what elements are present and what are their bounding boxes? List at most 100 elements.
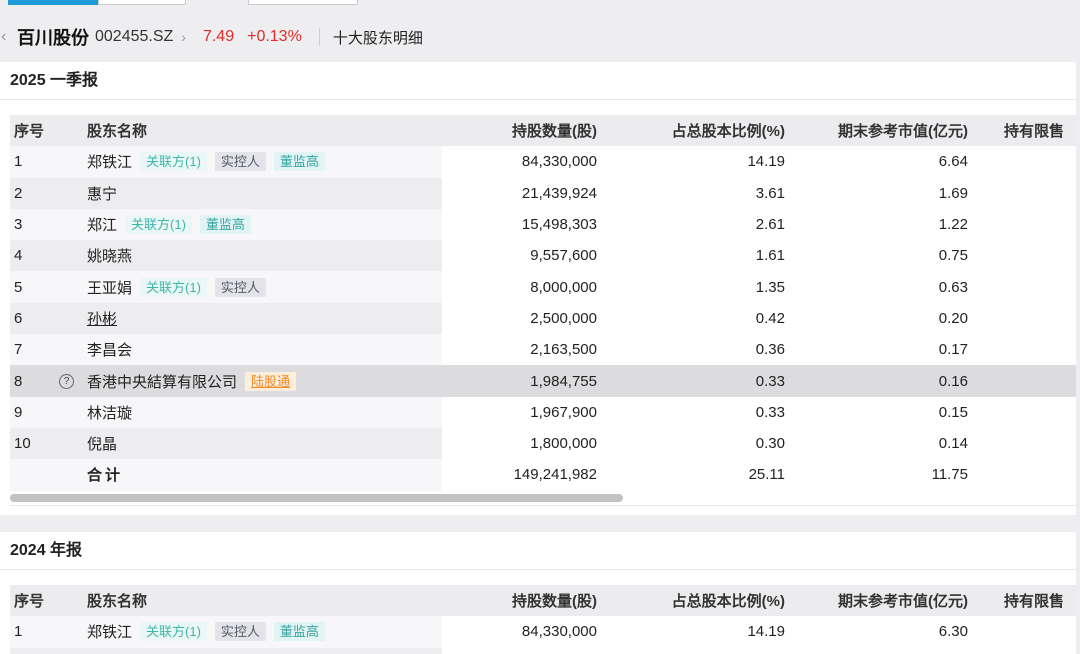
shareholder-name[interactable]: 姚晓燕	[87, 240, 132, 271]
table-row[interactable]: 6 孙彬 2,500,000 0.42 0.20	[0, 302, 1076, 335]
shares-cell: 1,967,900	[530, 403, 597, 421]
annual-title: 2024 年报	[0, 532, 1076, 570]
director-tag[interactable]: 董监高	[199, 215, 251, 235]
col-mv[interactable]: 期末参考市值(亿元)	[838, 115, 968, 146]
shares-cell: 8,000,000	[530, 278, 597, 296]
q1-table: 序号 股东名称 持股数量(股) 占总股本比例(%) 期末参考市值(亿元) 持有限…	[0, 115, 1076, 506]
stock-code: 002455.SZ	[95, 28, 174, 45]
shares-cell: 1,984,755	[530, 372, 597, 390]
back-chevron-icon[interactable]: ‹	[1, 28, 15, 46]
row-idx: 2	[14, 184, 23, 202]
mv-cell: 0.15	[938, 403, 968, 421]
table-row[interactable]: 10 倪晶 1,800,000 0.30 0.14	[0, 427, 1076, 460]
mv-cell: 0.20	[938, 309, 968, 327]
col-shares[interactable]: 持股数量(股)	[512, 585, 597, 616]
row-idx: 3	[14, 216, 23, 234]
shareholder-name[interactable]: 李昌会	[87, 334, 132, 365]
shareholder-name: 郑铁江 关联方(1) 实控人 董监高	[87, 616, 325, 647]
shareholder-name[interactable]: 林洁璇	[87, 397, 132, 428]
table-row[interactable]: 1 郑铁江 关联方(1) 实控人 董监高 84,330,000 14.19 6.…	[0, 146, 1076, 178]
row-idx: 6	[14, 309, 23, 327]
total-label: 合计	[87, 467, 124, 485]
mv-cell: 0.17	[938, 341, 968, 359]
pct-cell: 3.61	[755, 184, 785, 202]
controller-tag[interactable]: 实控人	[214, 622, 266, 642]
pct-cell: 1.61	[755, 247, 785, 265]
hk-connect-tag[interactable]: 陆股通	[245, 371, 297, 391]
shares-cell: 21,439,924	[521, 184, 597, 202]
col-limited[interactable]: 持有限售	[1004, 585, 1064, 616]
director-tag[interactable]: 董监高	[273, 622, 325, 642]
annual-panel: 2024 年报 序号 股东名称 持股数量(股) 占总股本比例(%) 期末参考市值…	[0, 532, 1076, 654]
shareholder-name[interactable]: 孙彬	[87, 303, 117, 334]
shareholder-name: 郑铁江 关联方(1) 实控人 董监高	[87, 146, 325, 177]
table-row[interactable]: 2 惠宁 21,439,924 3.61 1.69	[0, 177, 1076, 209]
tab-active[interactable]	[8, 0, 98, 5]
shares-cell: 1,800,000	[530, 435, 597, 453]
col-pct[interactable]: 占总股本比例(%)	[672, 115, 785, 146]
shareholder-name[interactable]: 倪晶	[87, 428, 117, 459]
table-total-row: 合计 149,241,982 25.11 11.75	[0, 459, 1076, 491]
col-name: 股东名称	[87, 123, 148, 141]
stock-change: +0.13%	[247, 28, 302, 45]
shares-cell: 9,557,600	[530, 247, 597, 265]
mv-cell: 1.69	[938, 184, 968, 202]
pct-cell: 1.35	[755, 278, 785, 296]
related-party-tag[interactable]: 关联方(1)	[140, 622, 207, 642]
related-party-tag[interactable]: 关联方(1)	[140, 152, 207, 172]
table-row[interactable]: 1 郑铁江 关联方(1) 实控人 董监高 84,330,000 14.19 6.…	[0, 616, 1076, 648]
controller-tag[interactable]: 实控人	[214, 277, 266, 297]
scrollbar-thumb[interactable]	[10, 493, 623, 502]
related-party-tag[interactable]: 关联方(1)	[140, 277, 207, 297]
stock-name[interactable]: 百川股份	[17, 24, 89, 50]
tab-3[interactable]	[248, 0, 358, 5]
shareholder-name-text[interactable]: 郑铁江	[87, 621, 132, 642]
row-idx: 5	[14, 278, 23, 296]
total-pct: 25.11	[748, 466, 785, 484]
horizontal-scrollbar[interactable]	[0, 491, 1076, 505]
chevron-right-icon[interactable]: ›	[181, 29, 186, 45]
col-shares[interactable]: 持股数量(股)	[512, 115, 597, 146]
table-row[interactable]: 7 李昌会 2,163,500 0.36 0.17	[0, 334, 1076, 366]
tab-2[interactable]	[98, 0, 186, 5]
col-mv[interactable]: 期末参考市值(亿元)	[838, 585, 968, 616]
pct-cell: 0.36	[755, 341, 785, 359]
shares-cell: 2,500,000	[530, 309, 597, 327]
shares-cell: 84,330,000	[521, 623, 597, 641]
row-idx: 1	[14, 623, 23, 641]
table-row[interactable]: 5 王亚娟 关联方(1) 实控人 8,000,000 1.35 0.63	[0, 271, 1076, 303]
q1-title: 2025 一季报	[0, 62, 1076, 100]
shareholder-name-text[interactable]: 郑铁江	[87, 151, 132, 172]
pct-cell: 0.33	[755, 403, 785, 421]
controller-tag[interactable]: 实控人	[214, 152, 266, 172]
shareholder-name-text[interactable]: 王亚娟	[87, 277, 132, 298]
shareholder-name[interactable]: 惠宁	[87, 178, 117, 209]
stock-price: 7.49	[202, 28, 235, 45]
row-idx: 10	[14, 435, 31, 453]
mv-cell: 0.63	[938, 278, 968, 296]
col-pct[interactable]: 占总股本比例(%)	[672, 585, 785, 616]
table-row[interactable]: 4 姚晓燕 9,557,600 1.61 0.75	[0, 240, 1076, 272]
table-row[interactable]: 9 林洁璇 1,967,900 0.33 0.15	[0, 396, 1076, 428]
table-row[interactable]	[0, 647, 1076, 654]
col-name: 股东名称	[87, 593, 148, 611]
shares-cell: 15,498,303	[521, 216, 597, 234]
mv-cell: 0.14	[938, 435, 968, 453]
shareholder-name-text[interactable]: 香港中央結算有限公司	[87, 371, 237, 392]
mv-cell: 0.75	[938, 247, 968, 265]
row-idx: 4	[14, 247, 23, 265]
table-row[interactable]: 3 郑江 关联方(1) 董监高 15,498,303 2.61 1.22	[0, 208, 1076, 241]
shares-cell: 2,163,500	[530, 341, 597, 359]
shareholder-name-text[interactable]: 郑江	[87, 214, 117, 235]
table-row-hovered[interactable]: 8 ? 香港中央結算有限公司 陆股通 1,984,755 0.33 0.16	[0, 365, 1076, 397]
divider	[10, 504, 1076, 506]
related-party-tag[interactable]: 关联方(1)	[125, 215, 192, 235]
col-limited[interactable]: 持有限售	[1004, 115, 1064, 146]
shareholder-name: 王亚娟 关联方(1) 实控人	[87, 271, 266, 302]
director-tag[interactable]: 董监高	[273, 152, 325, 172]
row-idx: 9	[14, 403, 23, 421]
help-icon[interactable]: ?	[59, 365, 74, 396]
shareholder-name: 香港中央結算有限公司 陆股通	[87, 365, 297, 396]
mv-cell: 6.30	[938, 623, 968, 641]
header-divider	[318, 28, 320, 46]
